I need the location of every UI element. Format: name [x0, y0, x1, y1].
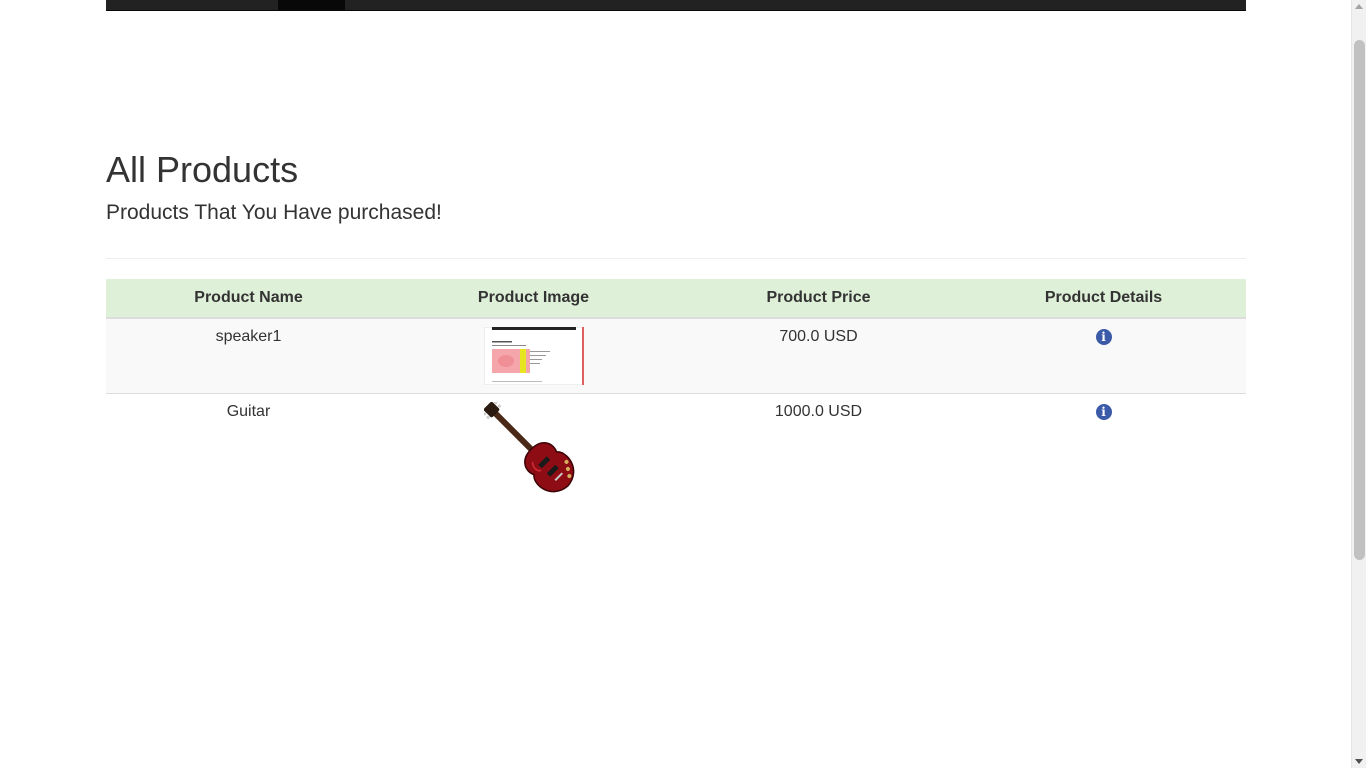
speaker-thumbnail-image — [483, 327, 584, 385]
info-circle-icon[interactable]: i — [1095, 329, 1112, 345]
product-details-cell: i — [961, 318, 1246, 394]
product-price-cell: 700.0 USD — [676, 318, 961, 394]
table-row: Guitar 1000.0 USD i — [106, 393, 1246, 510]
column-header-image: Product Image — [391, 279, 676, 319]
info-circle-icon[interactable]: i — [1095, 404, 1112, 420]
top-navbar — [106, 0, 1246, 11]
product-name-cell: Guitar — [106, 393, 391, 510]
page-header: All Products Products That You Have purc… — [106, 146, 1246, 228]
guitar-image — [483, 402, 574, 493]
scroll-up-arrow-icon[interactable] — [1355, 4, 1363, 9]
product-price-cell: 1000.0 USD — [676, 393, 961, 510]
product-image-cell — [391, 393, 676, 510]
page-subtitle: Products That You Have purchased! — [106, 201, 442, 224]
vertical-scrollbar[interactable] — [1351, 0, 1366, 768]
product-image-cell — [391, 318, 676, 394]
product-details-cell: i — [961, 393, 1246, 510]
products-table: Product Name Product Image Product Price… — [106, 279, 1246, 510]
header-divider — [106, 258, 1246, 259]
scrollbar-thumb[interactable] — [1354, 40, 1365, 560]
navbar-active-item[interactable] — [278, 0, 345, 10]
column-header-price: Product Price — [676, 279, 961, 319]
scroll-down-arrow-icon[interactable] — [1355, 759, 1363, 764]
table-row: speaker1 700.0 USD i — [106, 318, 1246, 394]
column-header-details: Product Details — [961, 279, 1246, 319]
page-viewport: All Products Products That You Have purc… — [0, 0, 1351, 768]
page-title: All Products — [106, 149, 299, 190]
product-name-cell: speaker1 — [106, 318, 391, 394]
table-header-row: Product Name Product Image Product Price… — [106, 279, 1246, 319]
column-header-name: Product Name — [106, 279, 391, 319]
